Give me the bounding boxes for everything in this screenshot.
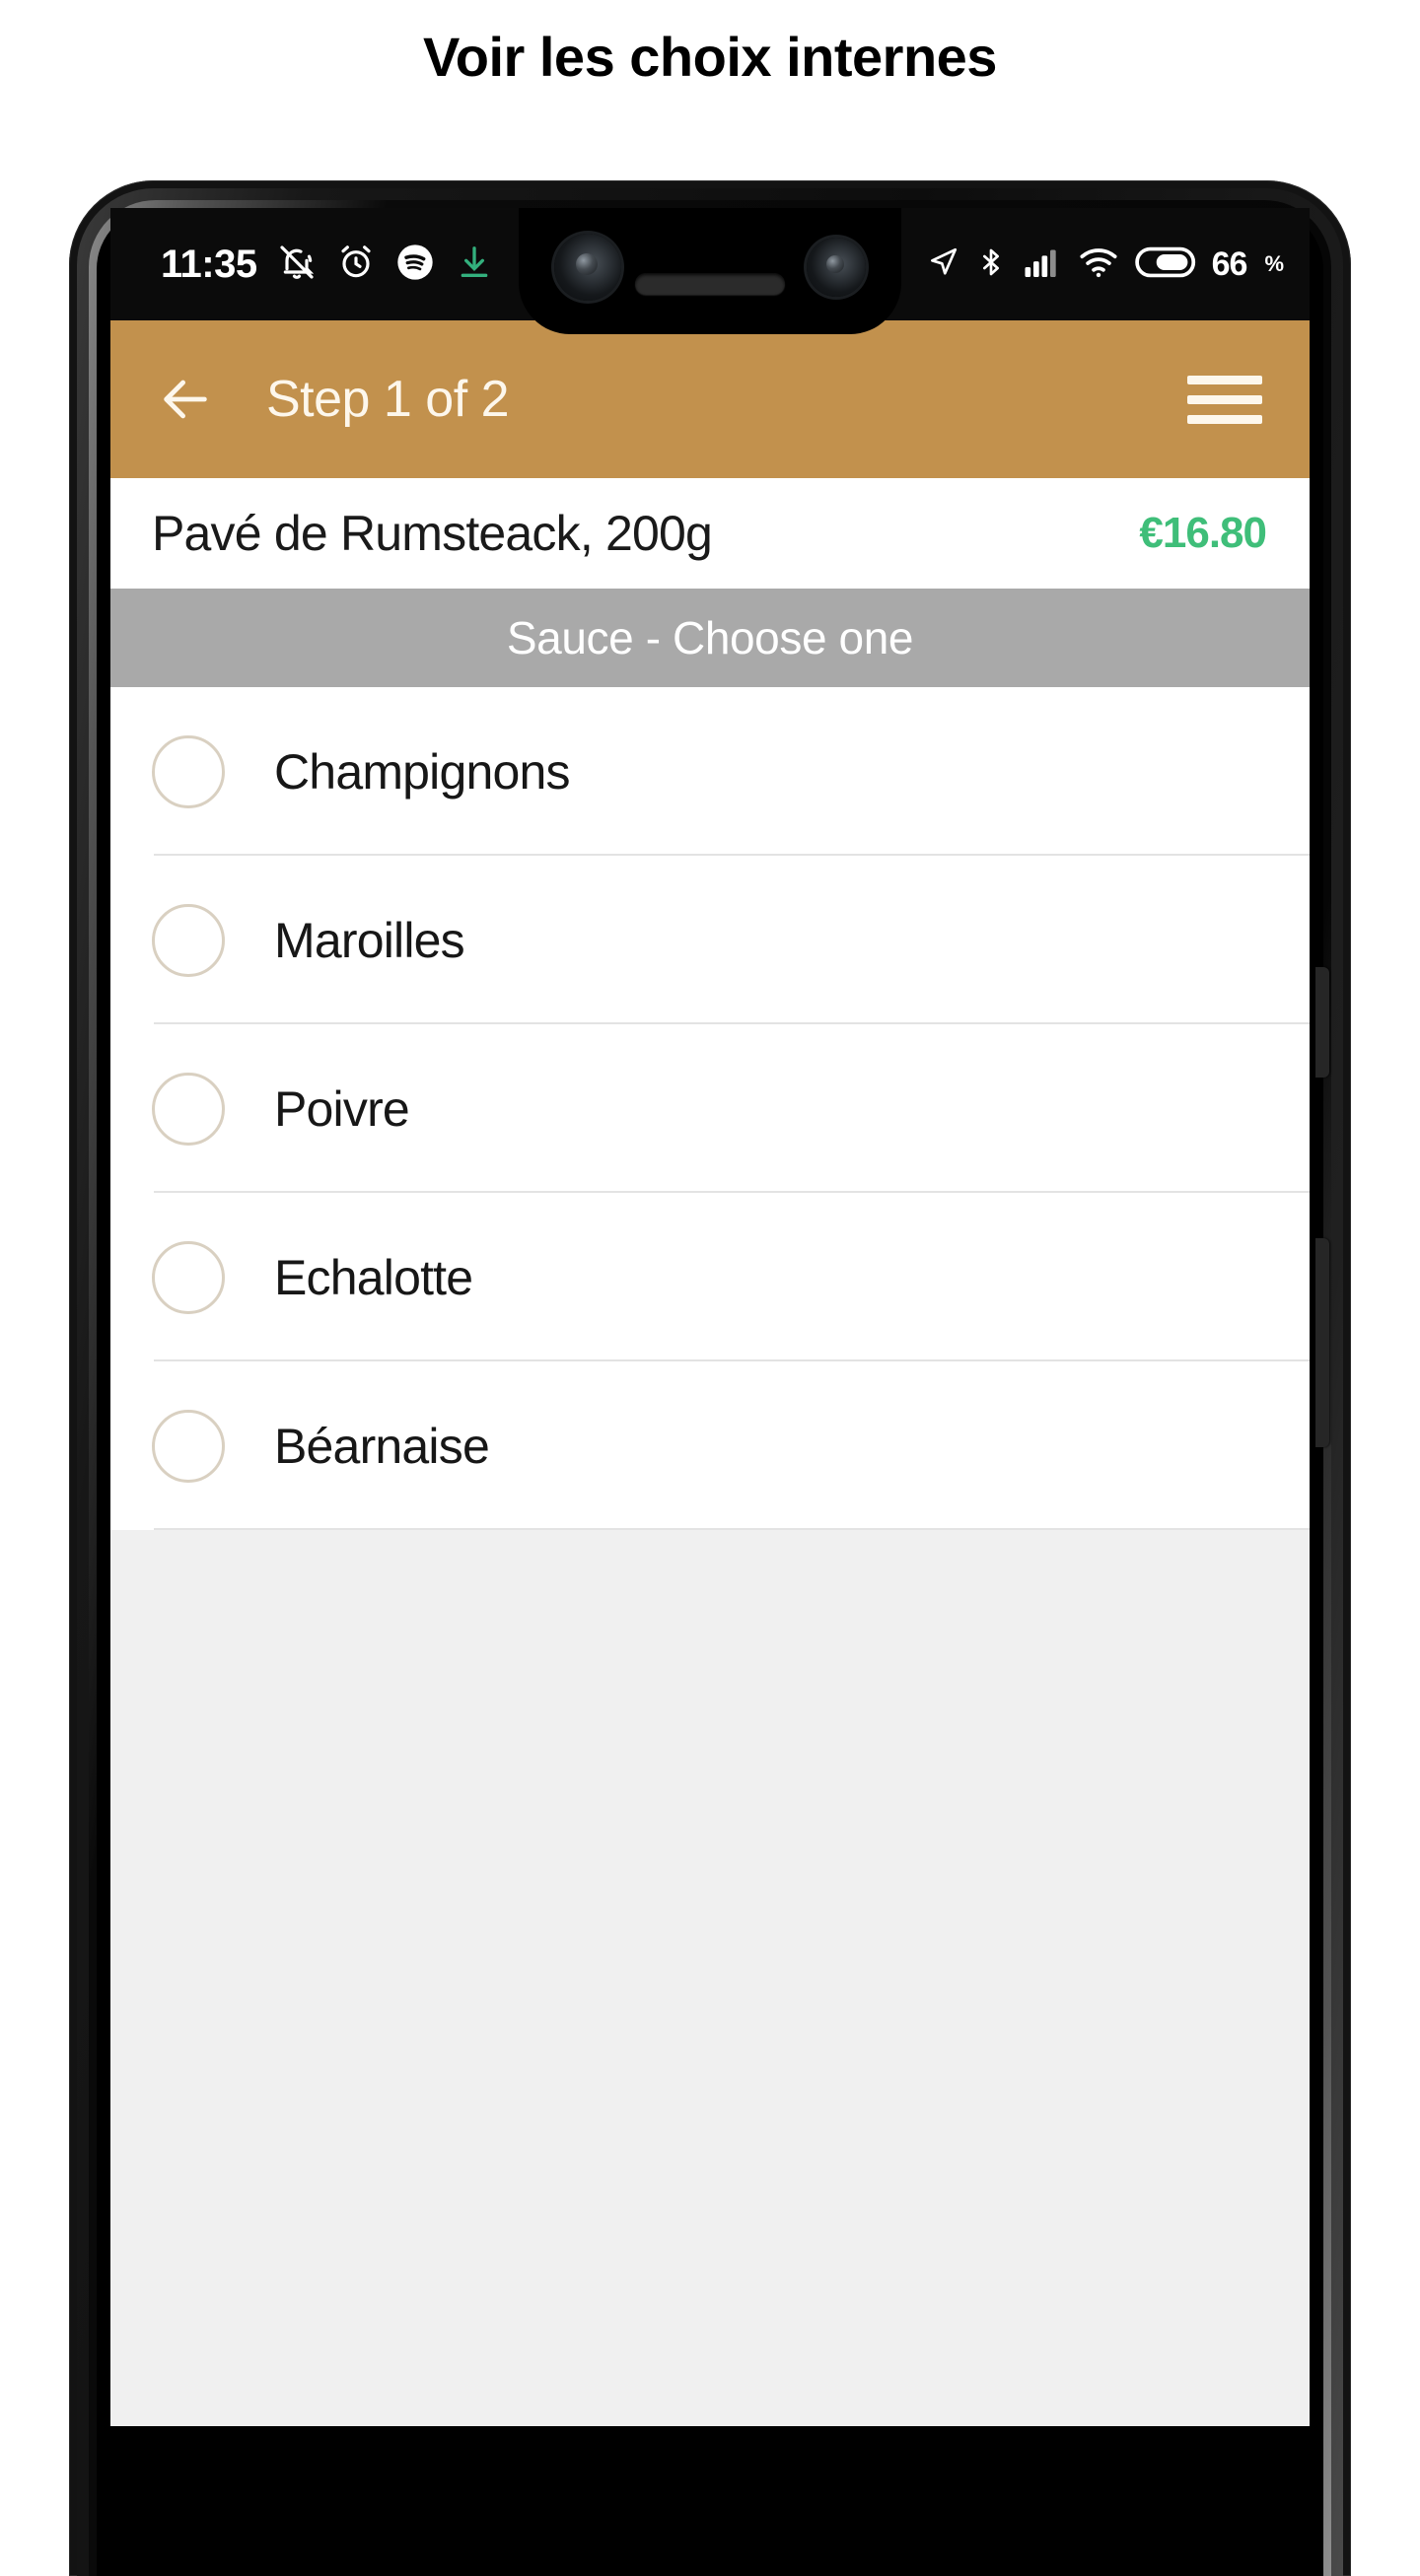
option-label: Champignons [274,743,571,800]
phone-screen: 11:35 66 % Step 1 of 2 Pavé de Rumsteack… [110,208,1310,2495]
front-camera-secondary-icon [807,238,866,297]
hamburger-bar-3 [1187,414,1262,424]
cellular-signal-icon [1023,245,1062,284]
location-arrow-icon [926,245,959,284]
battery-icon [1134,245,1196,284]
app-bar-title: Step 1 of 2 [266,371,510,428]
front-camera-main-icon [554,234,621,301]
mute-bell-icon [277,243,317,287]
option-label: Poivre [274,1080,410,1137]
system-navigation-bar [110,2426,1310,2495]
earpiece-speaker [635,273,785,295]
page-title: Voir les choix internes [423,26,997,88]
hamburger-bar-1 [1187,375,1262,384]
status-bar-right-group: 66 % [926,245,1284,284]
phone-device-frame: 11:35 66 % Step 1 of 2 Pavé de Rumsteack… [69,180,1351,2576]
radio-button-icon[interactable] [152,903,225,977]
radio-button-icon[interactable] [152,1072,225,1146]
product-price: €16.80 [1139,509,1267,557]
app-bar: Step 1 of 2 [110,320,1310,478]
power-button[interactable] [1315,967,1329,1078]
volume-button[interactable] [1315,1238,1329,1447]
camera-notch [519,208,901,334]
spotify-icon [395,243,435,287]
section-header: Sauce - Choose one [110,589,1310,687]
battery-percent-symbol: % [1264,251,1284,276]
download-arrow-icon [455,243,494,287]
radio-button-icon[interactable] [152,734,225,808]
battery-percent-label: 66 [1211,244,1248,283]
option-row-bearnaise[interactable]: Béarnaise [110,1361,1310,1530]
status-bar-left-group: 11:35 [161,243,494,287]
option-label: Maroilles [274,912,465,968]
back-arrow-icon [164,380,207,419]
radio-button-icon[interactable] [152,1409,225,1483]
product-name: Pavé de Rumsteack, 200g [152,506,713,561]
product-summary-row: Pavé de Rumsteack, 200g €16.80 [110,478,1310,589]
option-row-maroilles[interactable]: Maroilles [110,856,1310,1024]
wifi-icon [1078,245,1119,284]
phone-inner-bezel: 11:35 66 % Step 1 of 2 Pavé de Rumsteack… [97,208,1329,2576]
section-header-label: Sauce - Choose one [506,612,914,663]
option-row-champignons[interactable]: Champignons [110,687,1310,856]
empty-content-area [110,1530,1310,2426]
option-row-echalotte[interactable]: Echalotte [110,1193,1310,1361]
option-row-poivre[interactable]: Poivre [110,1024,1310,1193]
bluetooth-icon [975,245,1007,284]
hamburger-menu-icon[interactable] [1187,362,1262,437]
option-label: Béarnaise [274,1418,490,1474]
alarm-clock-icon [336,243,376,287]
status-bar-clock: 11:35 [161,242,257,286]
sauce-options-list: Champignons Maroilles Poivre Echalotte B… [110,687,1310,1530]
radio-button-icon[interactable] [152,1240,225,1314]
back-button[interactable] [148,362,223,437]
hamburger-bar-2 [1187,394,1262,404]
option-label: Echalotte [274,1249,473,1305]
